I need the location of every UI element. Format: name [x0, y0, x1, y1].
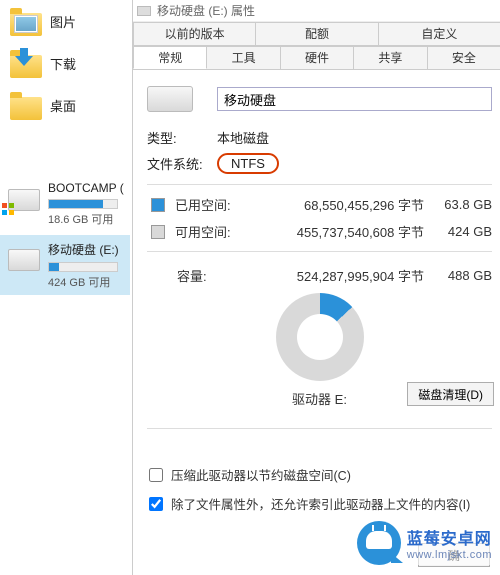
usage-donut-chart	[276, 293, 364, 381]
tab-row-lower: 常规 工具 硬件 共享 安全	[133, 46, 500, 70]
drive-free-text: 18.6 GB 可用	[48, 211, 124, 227]
tab-row-upper: 以前的版本 配额 自定义	[133, 22, 500, 46]
sidebar-item-label: 下载	[50, 54, 76, 73]
tab-customize[interactable]: 自定义	[378, 22, 500, 45]
disk-cleanup-button[interactable]: 磁盘清理(D)	[407, 382, 494, 406]
used-swatch	[151, 198, 165, 212]
used-size: 63.8 GB	[432, 197, 492, 212]
separator	[147, 251, 492, 252]
dialog-titlebar: 移动硬盘 (E:) 属性	[133, 0, 500, 22]
tab-general[interactable]: 常规	[133, 46, 207, 69]
sidebar-item-label: 桌面	[50, 96, 76, 115]
free-size: 424 GB	[432, 224, 492, 239]
used-label: 已用空间:	[175, 195, 247, 214]
windows-icon	[2, 203, 16, 217]
compress-checkbox[interactable]	[149, 468, 163, 482]
watermark-url: www.lmjskt.com	[407, 549, 492, 561]
index-label: 除了文件属性外，还允许索引此驱动器上文件的内容(I)	[171, 494, 470, 513]
drive-name-input[interactable]	[217, 87, 492, 111]
separator	[147, 184, 492, 185]
usage-section: 已用空间: 68,550,455,296 字节 63.8 GB 可用空间: 45…	[147, 195, 492, 408]
drive-item-bootcamp[interactable]: BOOTCAMP ( 18.6 GB 可用	[0, 175, 130, 235]
drive-name: 移动硬盘 (E:)	[48, 241, 124, 258]
free-bytes: 455,737,540,608 字节	[247, 222, 432, 241]
tab-previous-versions[interactable]: 以前的版本	[133, 22, 256, 45]
drive-item-removable[interactable]: 移动硬盘 (E:) 424 GB 可用	[0, 235, 130, 295]
tab-tools[interactable]: 工具	[206, 46, 280, 69]
filesystem-value: NTFS	[217, 153, 279, 174]
compress-label: 压缩此驱动器以节约磁盘空间(C)	[171, 465, 351, 484]
free-swatch	[151, 225, 165, 239]
drive-name: BOOTCAMP (	[48, 181, 124, 195]
tab-security[interactable]: 安全	[427, 46, 500, 69]
separator	[147, 428, 492, 429]
folder-icon	[10, 90, 44, 120]
used-bytes: 68,550,455,296 字节	[247, 195, 432, 214]
type-label: 类型:	[147, 128, 217, 147]
tab-hardware[interactable]: 硬件	[280, 46, 354, 69]
properties-dialog: 移动硬盘 (E:) 属性 以前的版本 配额 自定义 常规 工具 硬件 共享 安全…	[132, 0, 500, 575]
drive-icon	[147, 86, 193, 112]
folder-icon	[10, 48, 44, 78]
sidebar-item-label: 图片	[50, 12, 76, 31]
index-checkbox[interactable]	[149, 497, 163, 511]
compress-checkbox-row[interactable]: 压缩此驱动器以节约磁盘空间(C)	[149, 465, 492, 484]
index-checkbox-row[interactable]: 除了文件属性外，还允许索引此驱动器上文件的内容(I)	[149, 494, 492, 513]
capacity-bytes: 524,287,995,904 字节	[233, 266, 432, 285]
sidebar-desktop[interactable]: 桌面	[0, 84, 130, 126]
drive-icon	[137, 6, 151, 16]
drive-usage-bar	[48, 262, 118, 272]
filesystem-label: 文件系统:	[147, 154, 217, 173]
drive-icon	[8, 249, 40, 271]
watermark-title: 蓝莓安卓网	[407, 525, 492, 549]
folder-icon	[10, 6, 44, 36]
drive-list: BOOTCAMP ( 18.6 GB 可用 移动硬盘 (E:) 424 GB 可…	[0, 175, 130, 295]
tab-quota[interactable]: 配额	[255, 22, 378, 45]
tab-sharing[interactable]: 共享	[353, 46, 427, 69]
drive-usage-bar	[48, 199, 118, 209]
sidebar-downloads[interactable]: 下载	[0, 42, 130, 84]
type-value: 本地磁盘	[217, 128, 269, 147]
capacity-label: 容量:	[177, 266, 233, 285]
dialog-title: 移动硬盘 (E:) 属性	[157, 2, 255, 19]
free-label: 可用空间:	[175, 222, 247, 241]
sidebar-pictures[interactable]: 图片	[0, 0, 130, 42]
drive-free-text: 424 GB 可用	[48, 274, 124, 290]
android-icon	[357, 521, 401, 565]
capacity-size: 488 GB	[432, 268, 492, 283]
watermark-overlay: 蓝莓安卓网 www.lmjskt.com	[353, 521, 496, 565]
